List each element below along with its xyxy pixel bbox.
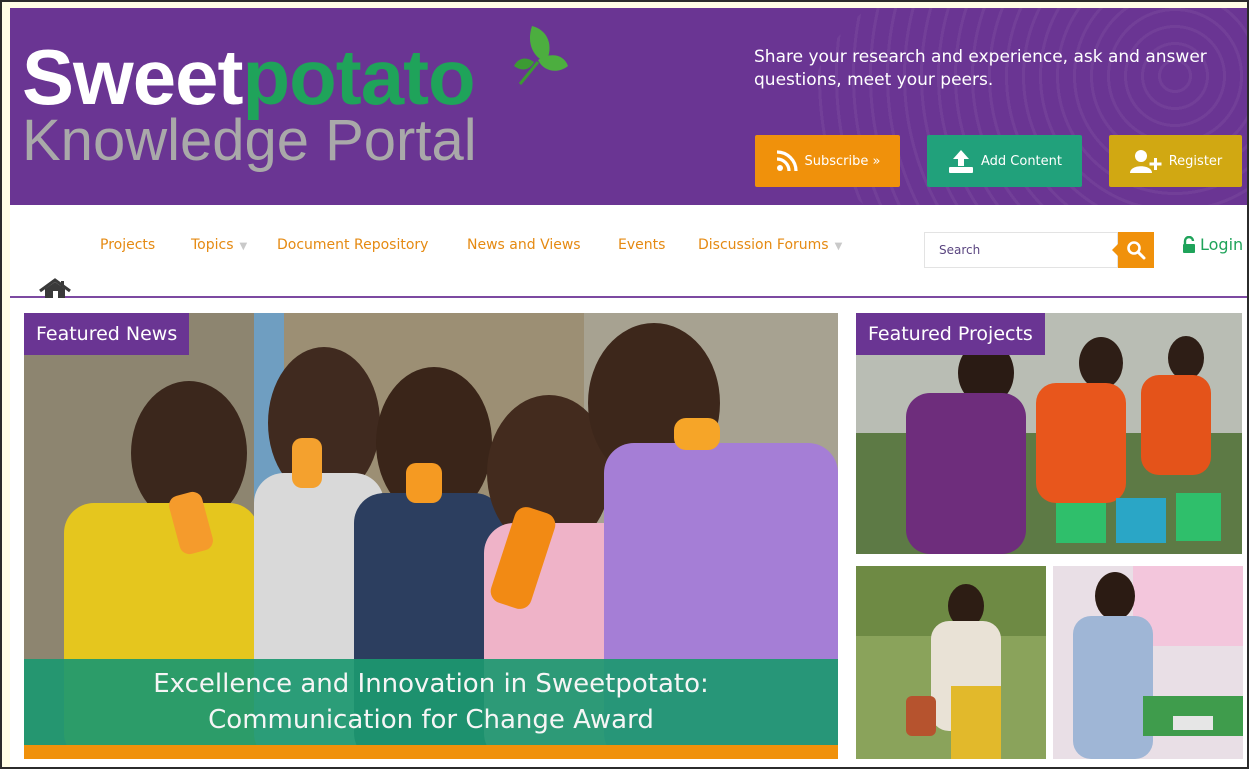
leaf-icon: [514, 26, 568, 85]
nav-item-label: Document Repository: [277, 237, 429, 253]
login-label: Login: [1200, 235, 1244, 254]
nav-item-label: News and Views: [467, 237, 581, 253]
home-icon[interactable]: [38, 277, 72, 299]
project-thumbnail-photo: [856, 566, 1046, 759]
page-frame: Sweetpotato Knowledge Portal Share your …: [0, 0, 1249, 769]
site-logo[interactable]: Sweetpotato: [22, 38, 476, 116]
site-header: Sweetpotato Knowledge Portal Share your …: [10, 8, 1247, 205]
add-content-label: Add Content: [980, 153, 1062, 169]
search-button[interactable]: [1112, 232, 1154, 268]
featured-news-accent-bar: [24, 745, 838, 759]
chevron-down-icon: ▼: [239, 241, 248, 252]
register-label: Register: [1168, 153, 1223, 169]
project-thumbnail[interactable]: [856, 566, 1046, 759]
nav-item-news-and-views[interactable]: News and Views: [467, 237, 581, 253]
logo-subtitle: Knowledge Portal: [22, 108, 477, 173]
search-button-notch: [1112, 244, 1118, 256]
nav-item-document-repository[interactable]: Document Repository: [277, 237, 428, 253]
featured-projects-tag: Featured Projects: [856, 313, 1045, 355]
featured-news-caption[interactable]: Excellence and Innovation in Sweetpotato…: [24, 659, 838, 745]
project-thumbnail[interactable]: [1053, 566, 1243, 759]
project-thumbnail-photo: [1053, 566, 1243, 759]
search-icon: [1127, 241, 1146, 260]
search-placeholder: Search: [939, 243, 981, 257]
add-content-button[interactable]: Add Content: [927, 135, 1082, 187]
nav-item-projects[interactable]: Projects: [100, 237, 155, 253]
chevron-down-icon: ▼: [834, 241, 843, 252]
lock-icon: [1183, 235, 1195, 253]
nav-item-label: Topics: [191, 237, 234, 253]
nav-item-label: Events: [618, 237, 666, 253]
rss-icon: [776, 150, 798, 172]
upload-icon: [948, 150, 973, 173]
subscribe-button[interactable]: Subscribe »: [755, 135, 900, 187]
nav-item-label: Projects: [100, 237, 156, 253]
featured-news-card[interactable]: Featured News Excellence and Innovation …: [24, 313, 838, 759]
search-input[interactable]: Search: [924, 232, 1118, 268]
login-link[interactable]: Login: [1182, 235, 1243, 254]
page: Sweetpotato Knowledge Portal Share your …: [10, 8, 1247, 767]
subscribe-label: Subscribe »: [804, 153, 881, 169]
header-tagline: Share your research and experience, ask …: [754, 47, 1207, 90]
featured-projects-card[interactable]: Featured Projects: [856, 313, 1242, 554]
nav-item-discussion-forums[interactable]: Discussion Forums ▼: [698, 237, 842, 253]
nav-item-events[interactable]: Events: [618, 237, 665, 253]
main-navigation: Projects Topics ▼ Document Repository New…: [10, 205, 1247, 299]
add-user-icon: [1129, 150, 1162, 173]
nav-item-topics[interactable]: Topics ▼: [191, 237, 247, 253]
featured-news-tag: Featured News: [24, 313, 190, 355]
featured-news-title: Excellence and Innovation in Sweetpotato…: [153, 669, 709, 735]
register-button[interactable]: Register: [1109, 135, 1242, 187]
nav-item-label: Discussion Forums: [698, 237, 829, 253]
